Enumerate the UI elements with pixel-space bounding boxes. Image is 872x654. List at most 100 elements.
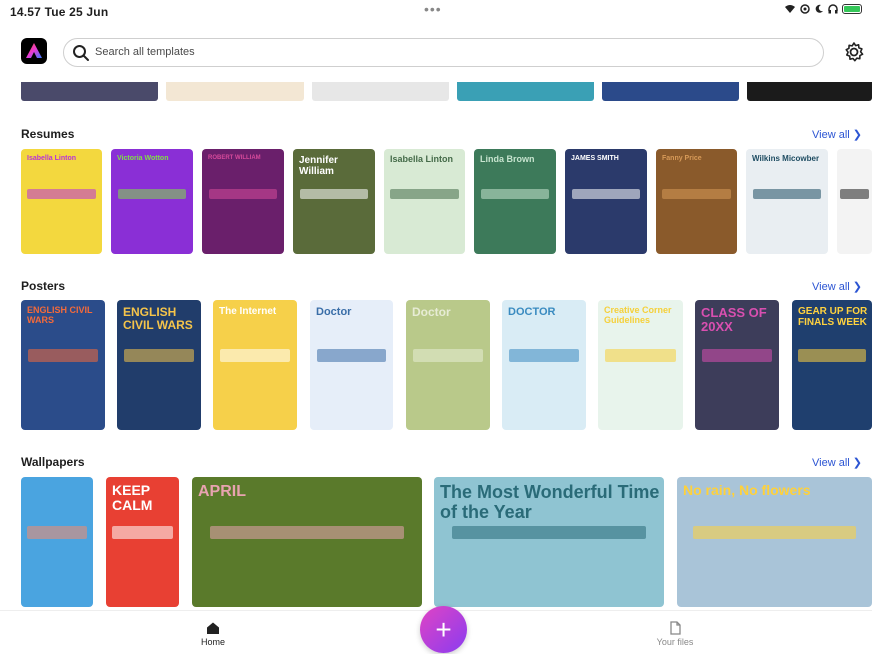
posters-template-card[interactable]: ENGLISH CIVIL WARS <box>117 300 201 430</box>
headphones-icon <box>828 4 838 14</box>
tab-home-label: Home <box>200 637 225 647</box>
resumes-template-card[interactable] <box>837 149 872 254</box>
app-logo[interactable] <box>21 38 47 64</box>
template-accent <box>26 526 88 540</box>
template-thumbnail[interactable] <box>312 82 449 101</box>
template-thumbnail[interactable] <box>457 82 594 101</box>
posters-template-card[interactable]: DOCTOR <box>502 300 586 430</box>
template-title: Creative Corner Guidelines <box>604 305 672 325</box>
template-title: ENGLISH CIVIL WARS <box>123 305 193 333</box>
resumes-template-card[interactable]: ROBERT WILLIAM <box>202 149 284 254</box>
template-title: Wilkins Micowber <box>752 154 820 163</box>
posters-template-card[interactable]: The Internet <box>213 300 297 430</box>
template-thumbnail[interactable] <box>602 82 739 101</box>
template-accent <box>839 188 870 200</box>
template-title: Linda Brown <box>480 154 535 164</box>
header <box>0 34 872 74</box>
featured-templates-strip <box>0 82 872 102</box>
search-bar[interactable] <box>63 38 824 67</box>
template-title: The Internet <box>219 306 277 317</box>
wallpapers-template-card[interactable]: APRIL <box>192 477 422 607</box>
template-title: ROBERT WILLIAM <box>208 155 261 161</box>
resumes-template-card[interactable]: Jennifer William <box>293 149 375 254</box>
template-title: Isabella Linton <box>27 155 77 162</box>
posters-template-card[interactable]: Doctor <box>406 300 490 430</box>
gear-icon[interactable] <box>843 41 865 63</box>
template-title: DOCTOR <box>508 306 556 318</box>
status-icons <box>784 4 862 14</box>
template-title: No rain, No flowers <box>683 482 811 498</box>
view-all-posters[interactable]: View all ❯ <box>812 280 862 293</box>
template-title: APRIL <box>198 483 246 500</box>
home-icon <box>207 622 219 634</box>
resumes-template-card[interactable]: Isabella Linton <box>384 149 465 254</box>
resumes-row: Isabella Linton Victoria Wotton ROBERT WIL… <box>0 149 872 254</box>
template-thumbnail[interactable] <box>166 82 304 101</box>
posters-template-card[interactable]: CLASS OF 20XX <box>695 300 779 430</box>
template-accent <box>111 526 174 540</box>
template-accent <box>508 349 580 363</box>
template-accent <box>701 349 773 363</box>
template-title: Isabella Linton <box>390 154 454 164</box>
template-accent <box>27 349 99 363</box>
wallpapers-template-card[interactable]: No rain, No flowers <box>677 477 872 607</box>
create-button[interactable]: + <box>420 606 467 653</box>
template-accent <box>208 188 278 200</box>
template-accent <box>662 188 731 200</box>
plus-icon: + <box>435 613 452 645</box>
resumes-template-card[interactable]: Wilkins Micowber <box>746 149 828 254</box>
template-accent <box>571 188 641 200</box>
template-title: CLASS OF 20XX <box>701 305 767 335</box>
template-thumbnail[interactable] <box>747 82 872 101</box>
search-icon <box>73 45 89 61</box>
wallpapers-template-card[interactable] <box>21 477 93 607</box>
template-title: GEAR UP FOR FINALS WEEK <box>798 306 868 328</box>
template-title: The Most Wonderful Time of the Year <box>440 482 660 522</box>
resumes-template-card[interactable]: Linda Brown <box>474 149 556 254</box>
multitasking-dots[interactable]: ••• <box>424 1 442 17</box>
template-accent <box>604 349 677 363</box>
wifi-icon <box>785 5 795 13</box>
section-title-wallpapers: Wallpapers <box>21 455 85 469</box>
template-accent <box>692 526 857 540</box>
status-time: 14.57 Tue 25 Jun <box>10 5 109 19</box>
template-title: JAMES SMITH <box>571 155 619 162</box>
posters-template-card[interactable]: ENGLISH CIVIL WARS <box>21 300 105 430</box>
posters-template-card[interactable]: GEAR UP FOR FINALS WEEK <box>792 300 872 430</box>
search-input[interactable] <box>95 43 695 61</box>
template-accent <box>452 526 646 540</box>
template-accent <box>480 188 550 200</box>
tab-your-files[interactable]: Your files <box>635 621 715 647</box>
template-thumbnail[interactable] <box>21 82 158 101</box>
adobe-express-icon <box>26 43 42 58</box>
status-bar: 14.57 Tue 25 Jun ••• <box>0 0 872 26</box>
view-all-resumes[interactable]: View all ❯ <box>812 128 862 141</box>
template-accent <box>316 349 387 363</box>
posters-row: ENGLISH CIVIL WARS ENGLISH CIVIL WARS The … <box>0 300 872 430</box>
tab-home[interactable]: Home <box>173 621 253 647</box>
wallpapers-template-card[interactable]: KEEP CALM <box>106 477 179 607</box>
section-title-posters: Posters <box>21 279 66 293</box>
resumes-template-card[interactable]: Fanny Price <box>656 149 737 254</box>
template-accent <box>412 349 484 363</box>
template-accent <box>219 349 291 363</box>
template-accent <box>798 349 866 363</box>
resumes-template-card[interactable]: Isabella Linton <box>21 149 102 254</box>
resumes-template-card[interactable]: JAMES SMITH <box>565 149 647 254</box>
template-title: Doctor <box>316 306 352 318</box>
wallpapers-template-card[interactable]: The Most Wonderful Time of the Year <box>434 477 664 607</box>
section-title-resumes: Resumes <box>21 127 75 141</box>
view-all-wallpapers[interactable]: View all ❯ <box>812 456 862 469</box>
template-title: Jennifer William <box>299 155 338 177</box>
template-title: Victoria Wotton <box>117 155 169 162</box>
template-accent <box>123 349 195 363</box>
template-accent <box>27 188 96 200</box>
template-accent <box>210 526 404 540</box>
wallpapers-row: KEEP CALM APRIL The Most Wonderful Time of… <box>0 477 872 607</box>
template-title: Doctor <box>412 305 451 319</box>
resumes-template-card[interactable]: Victoria Wotton <box>111 149 193 254</box>
battery-icon <box>842 4 862 14</box>
template-accent <box>390 188 459 200</box>
posters-template-card[interactable]: Creative Corner Guidelines <box>598 300 683 430</box>
posters-template-card[interactable]: Doctor <box>310 300 393 430</box>
